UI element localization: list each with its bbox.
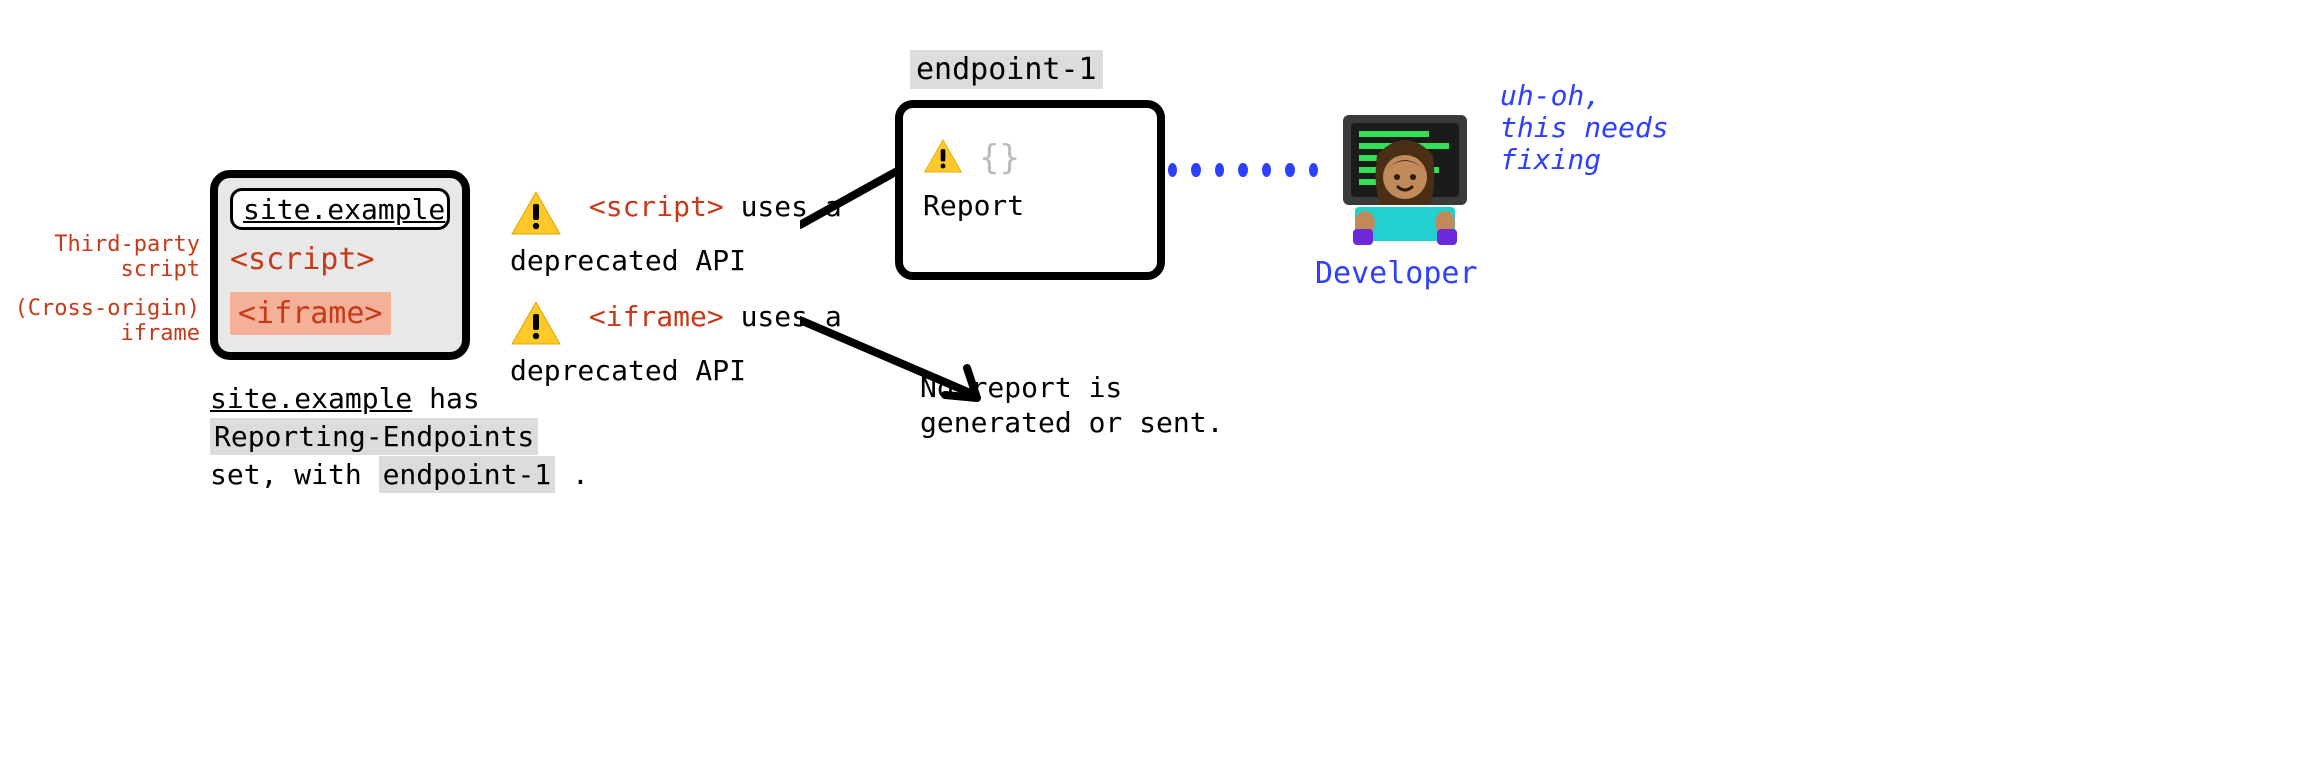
caption-url: site.example: [210, 382, 412, 415]
browser-window: site.example <script> <iframe>: [210, 170, 470, 360]
endpoint-report-label: Report: [923, 189, 1024, 222]
annotation-cross-origin-iframe: (Cross-origin)iframe: [0, 296, 200, 347]
dotted-connector: [1168, 160, 1318, 180]
caption-has: has: [412, 382, 479, 415]
endpoint-box: {} Report: [895, 100, 1165, 280]
braces-icon: {}: [979, 138, 1020, 178]
annotation-third-party-script: Third-partyscript: [0, 232, 200, 283]
caption-set-with: set, with: [210, 458, 379, 491]
address-bar: site.example: [230, 188, 450, 230]
caption-header: Reporting-Endpoints: [210, 418, 538, 455]
address-url: site.example: [243, 193, 445, 226]
warning-icon: [923, 138, 963, 181]
deprecation-script-tag: <script>: [589, 190, 724, 223]
developer-label: Developer: [1315, 256, 1478, 291]
warning-icon: [510, 190, 562, 244]
developer-thought: uh-oh,this needs fixing: [1500, 80, 1680, 177]
developer-avatar-icon: [1325, 95, 1485, 255]
script-tag: <script>: [230, 242, 375, 277]
caption-tail: .: [555, 458, 589, 491]
deprecation-iframe-tag: <iframe>: [589, 300, 724, 333]
no-report-text: No report is generated or sent.: [920, 370, 1260, 440]
warning-icon: [510, 300, 562, 354]
endpoint-label: endpoint-1: [910, 50, 1103, 89]
browser-caption: site.example has Reporting-Endpoints set…: [210, 380, 590, 493]
iframe-tag: <iframe>: [230, 292, 391, 335]
caption-endpoint: endpoint-1: [379, 456, 556, 493]
